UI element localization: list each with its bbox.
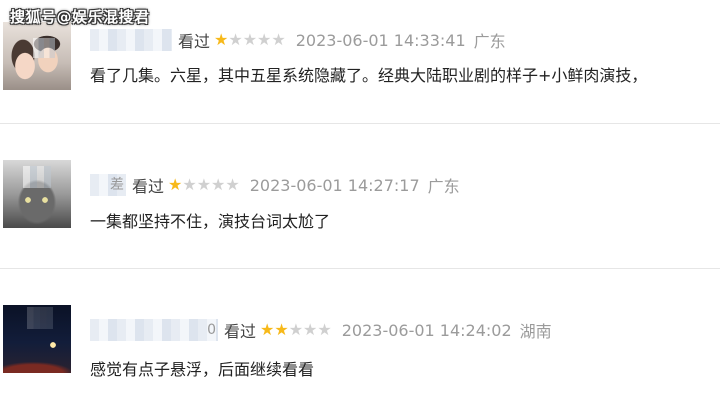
star-filled-icon: ★ xyxy=(274,320,289,339)
avatar[interactable] xyxy=(3,160,71,228)
star-empty-icon: ★ xyxy=(303,320,318,339)
star-empty-icon: ★ xyxy=(225,175,240,194)
comment-region: 广东 xyxy=(427,177,460,196)
avatar[interactable] xyxy=(3,305,71,373)
comment-text: 一集都坚持不住，演技台词太尬了 xyxy=(90,212,331,231)
comment-text: 看了几集。六星，其中五星系统隐藏了。经典大陆职业剧的样子+小鲜肉演技， xyxy=(90,66,648,85)
watched-label: 看过 xyxy=(132,177,165,196)
comment-timestamp: 2023-06-01 14:27:17 xyxy=(249,175,420,195)
divider xyxy=(0,123,720,124)
star-empty-icon: ★ xyxy=(242,30,258,49)
rating-stars: ★★★★★ xyxy=(260,322,332,338)
username[interactable]: 0 xyxy=(90,319,218,341)
username[interactable]: 差 xyxy=(90,174,126,196)
star-empty-icon: ★ xyxy=(257,30,272,49)
star-empty-icon: ★ xyxy=(228,30,243,49)
star-empty-icon: ★ xyxy=(271,30,286,49)
star-empty-icon: ★ xyxy=(182,175,197,194)
comment-region: 湖南 xyxy=(519,322,552,341)
star-empty-icon: ★ xyxy=(288,320,304,339)
sohu-watermark: 搜狐号@娱乐混搜君 xyxy=(10,8,150,26)
divider xyxy=(0,268,720,269)
star-filled-icon: ★ xyxy=(260,320,275,339)
comment-text: 感觉有点子悬浮，后面继续看看 xyxy=(90,360,315,379)
comment-timestamp: 2023-06-01 14:24:02 xyxy=(341,320,512,340)
watched-label: 看过 xyxy=(224,322,257,341)
star-filled-icon: ★ xyxy=(214,30,229,49)
star-empty-icon: ★ xyxy=(317,320,332,339)
rating-stars: ★★★★★ xyxy=(168,177,240,193)
star-empty-icon: ★ xyxy=(196,175,212,194)
avatar[interactable] xyxy=(3,22,71,90)
star-filled-icon: ★ xyxy=(168,175,183,194)
comment-region: 广东 xyxy=(473,32,506,51)
username[interactable] xyxy=(90,29,172,51)
comment-timestamp: 2023-06-01 14:33:41 xyxy=(295,30,466,50)
rating-stars: ★★★★★ xyxy=(214,32,286,48)
watched-label: 看过 xyxy=(178,32,211,51)
star-empty-icon: ★ xyxy=(211,175,226,194)
